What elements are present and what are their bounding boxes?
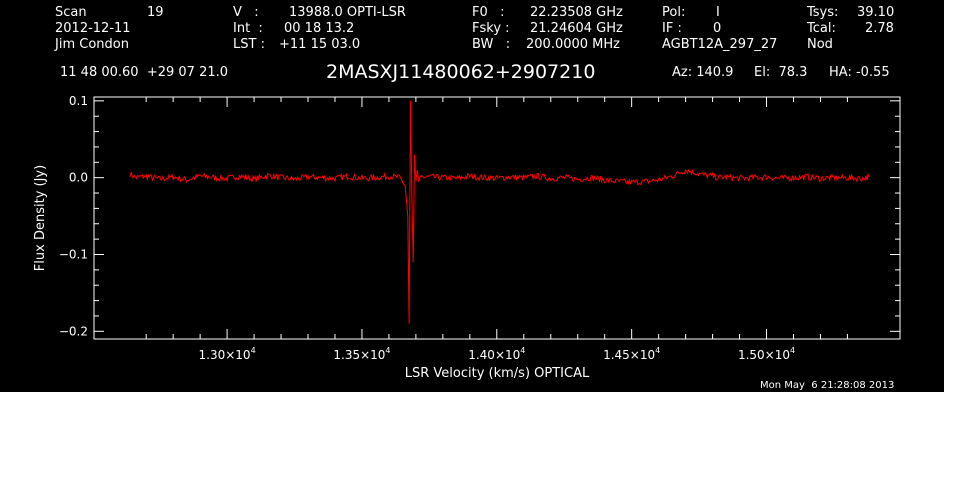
x-axis-ticks: 1.30×104 1.35×104 1.40×104 1.45×104 1.50×104 — [145, 97, 848, 362]
plot-frame — [93, 96, 901, 340]
x-tick-exponent: 4 — [251, 346, 256, 355]
x-tick-exponent: 4 — [385, 346, 390, 355]
spectrum-chart: 1.30×104 1.35×104 1.40×104 1.45×104 1.50×104… — [33, 94, 901, 381]
x-axis-label: LSR Velocity (km/s) OPTICAL — [405, 366, 590, 381]
x-tick-label: 1.35×104 — [333, 346, 390, 362]
y-axis-label: Flux Density (Jy) — [33, 165, 48, 271]
y-tick-label: 0.1 — [69, 94, 88, 108]
x-tick-label: 1.40×104 — [468, 346, 525, 362]
x-tick-exponent: 4 — [790, 346, 795, 355]
x-tick-label: 1.30×104 — [199, 346, 256, 362]
spectrum-trace — [129, 100, 870, 324]
x-tick-label: 1.45×104 — [603, 346, 660, 362]
y-tick-label: −0.1 — [59, 247, 88, 261]
x-tick-exponent: 4 — [655, 346, 660, 355]
y-axis-ticks: 0.1 0.0 −0.1 −0.2 — [59, 94, 900, 338]
x-tick-label: 1.50×104 — [738, 346, 795, 362]
footer-timestamp: Mon May 6 21:28:08 2013 — [760, 380, 895, 391]
y-tick-label: −0.2 — [59, 324, 88, 338]
x-tick-exponent: 4 — [520, 346, 525, 355]
y-tick-label: 0.0 — [69, 171, 88, 185]
